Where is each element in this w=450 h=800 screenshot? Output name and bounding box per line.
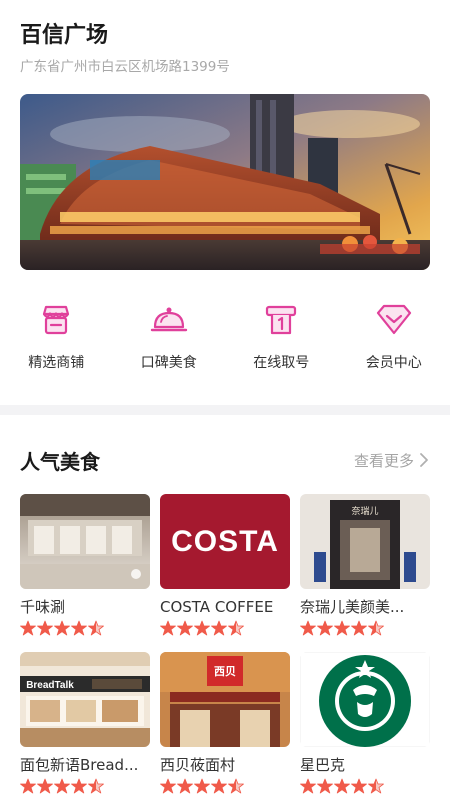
star-icon: [160, 778, 176, 794]
view-more-link[interactable]: 查看更多: [354, 450, 430, 471]
rating-stars: [160, 620, 290, 636]
rating-stars: [300, 778, 430, 794]
star-icon: [194, 620, 210, 636]
star-icon: [368, 620, 384, 636]
restaurant-grid: 千味涮 COSTA COSTA COFFEE 奈瑞儿 奈瑞儿美颜美... Bre…: [20, 494, 430, 794]
star-icon: [20, 778, 36, 794]
star-icon: [88, 778, 104, 794]
star-icon: [228, 778, 244, 794]
restaurant-photo: [20, 494, 150, 589]
starbucks-logo: [300, 652, 430, 747]
restaurant-name: 面包新语Bread...: [20, 756, 139, 774]
quick-item-member[interactable]: 会员中心: [338, 300, 450, 390]
quick-label-queue: 在线取号: [253, 355, 310, 371]
star-icon: [71, 778, 87, 794]
restaurant-photo: 奈瑞儿: [300, 494, 430, 589]
star-icon: [317, 620, 333, 636]
quick-label-food: 口碑美食: [140, 355, 197, 371]
chevron-right-icon: [420, 453, 428, 467]
star-icon: [37, 778, 53, 794]
star-icon: [177, 778, 193, 794]
star-icon: [71, 620, 87, 636]
rating-stars: [20, 778, 150, 794]
restaurant-card[interactable]: 西贝 西贝莜面村: [160, 652, 290, 794]
star-icon: [177, 620, 193, 636]
section-divider: [0, 405, 450, 415]
shop-icon: [36, 300, 76, 340]
restaurant-photo: 西贝: [160, 652, 290, 747]
star-icon: [211, 620, 227, 636]
quick-item-food[interactable]: 口碑美食: [113, 300, 226, 390]
food-cloche-icon: [149, 300, 189, 340]
restaurant-name: 奈瑞儿美颜美...: [300, 598, 405, 616]
rating-stars: [20, 620, 150, 636]
address-text: 广东省广州市白云区机场路1399号: [20, 59, 230, 75]
restaurant-card[interactable]: COSTA COSTA COFFEE: [160, 494, 290, 636]
star-icon: [54, 620, 70, 636]
queue-ticket-icon: [261, 300, 301, 340]
rating-stars: [160, 778, 290, 794]
star-icon: [211, 778, 227, 794]
banner-image[interactable]: [20, 94, 430, 270]
star-icon: [300, 778, 316, 794]
section-title: 人气美食: [20, 449, 100, 474]
store-sign-text: BreadTalk: [26, 680, 74, 691]
restaurant-photo: BreadTalk: [20, 652, 150, 747]
star-icon: [88, 620, 104, 636]
star-icon: [228, 620, 244, 636]
restaurant-name: COSTA COFFEE: [160, 598, 274, 616]
star-icon: [334, 620, 350, 636]
restaurant-logo: COSTA: [160, 494, 290, 589]
star-icon: [54, 778, 70, 794]
quick-item-shops[interactable]: 精选商铺: [0, 300, 113, 390]
restaurant-name: 千味涮: [20, 598, 66, 616]
restaurant-name: 星巴克: [300, 756, 346, 774]
star-icon: [300, 620, 316, 636]
rating-stars: [300, 620, 430, 636]
store-sign-text: 西贝: [214, 665, 236, 678]
view-more-label: 查看更多: [353, 451, 414, 470]
restaurant-card[interactable]: 星巴克: [300, 652, 430, 794]
quick-label-member: 会员中心: [365, 355, 422, 371]
page-title: 百信广场: [20, 23, 109, 48]
restaurant-name: 西贝莜面村: [160, 756, 236, 774]
quick-item-queue[interactable]: 在线取号: [225, 300, 338, 390]
restaurant-card[interactable]: 奈瑞儿 奈瑞儿美颜美...: [300, 494, 430, 636]
star-icon: [351, 620, 367, 636]
section-header: 人气美食 查看更多: [20, 446, 430, 474]
restaurant-card[interactable]: BreadTalk 面包新语Bread...: [20, 652, 150, 794]
costa-logo-text: COSTA: [171, 525, 279, 558]
star-icon: [37, 620, 53, 636]
member-diamond-icon: [374, 300, 414, 340]
mall-photo: [20, 94, 430, 270]
star-icon: [351, 778, 367, 794]
star-icon: [20, 620, 36, 636]
star-icon: [317, 778, 333, 794]
header: 百信广场 广东省广州市白云区机场路1399号: [20, 22, 430, 76]
star-icon: [194, 778, 210, 794]
star-icon: [160, 620, 176, 636]
restaurant-card[interactable]: 千味涮: [20, 494, 150, 636]
quick-menu: 精选商铺 口碑美食 在线取号 会员中心: [0, 300, 450, 390]
star-icon: [368, 778, 384, 794]
quick-label-shops: 精选商铺: [28, 355, 85, 371]
star-icon: [334, 778, 350, 794]
store-sign-text: 奈瑞儿: [351, 505, 378, 517]
